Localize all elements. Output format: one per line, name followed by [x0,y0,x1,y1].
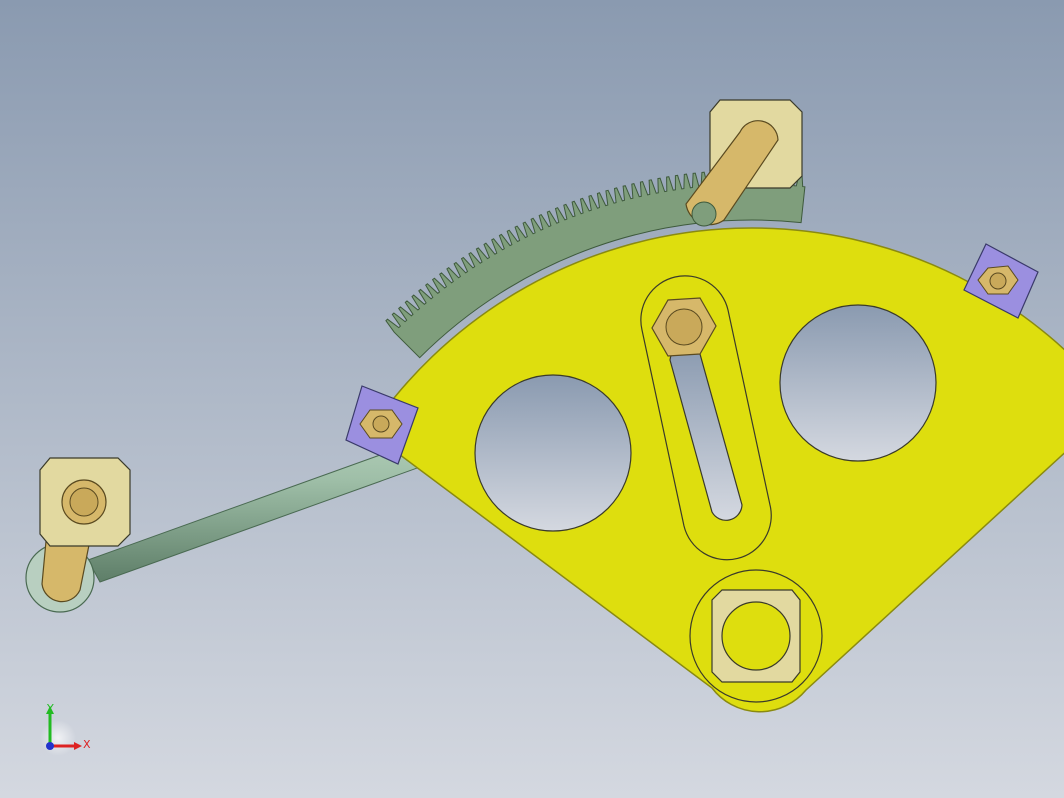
lightening-hole-left [474,374,632,532]
triad-y-label: Y [46,702,54,715]
triad-x-label: X [83,738,91,751]
cad-viewport[interactable]: Y X [0,0,1064,798]
triad-z-axis [46,742,54,750]
cad-model-view[interactable]: Y X [0,0,1064,798]
pivot-nut[interactable] [711,589,801,683]
lightening-hole-right [779,304,937,462]
